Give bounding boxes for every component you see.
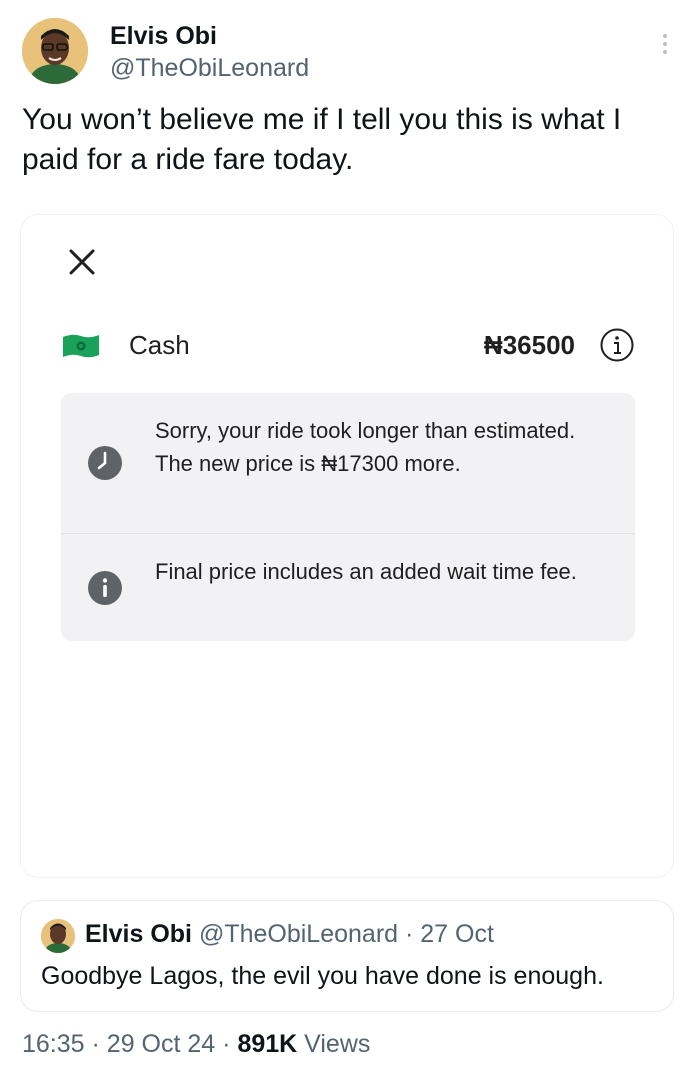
price-value: ₦36500	[483, 330, 575, 360]
tweet-media-screenshot[interactable]: Cash ₦36500 Sorry, your ride took longer…	[20, 214, 674, 878]
info-icon	[87, 570, 123, 606]
clock-icon	[87, 445, 123, 481]
tweet-header: Elvis Obi @TheObiLeonard	[22, 18, 672, 88]
info-icon	[599, 327, 635, 363]
author-avatar[interactable]	[22, 18, 88, 84]
author-name[interactable]: Elvis Obi	[110, 22, 217, 51]
quoted-meta: Elvis Obi @TheObiLeonard · 27 Oct	[85, 920, 494, 949]
separator-dot: ·	[222, 1030, 231, 1058]
close-icon	[67, 247, 97, 277]
quoted-author-name: Elvis Obi	[85, 920, 192, 948]
notice-text: Sorry, your ride took longer than estima…	[155, 418, 576, 476]
quoted-author-handle: @TheObiLeonard	[198, 920, 399, 948]
tweet-text: You won’t believe me if I tell you this …	[22, 103, 622, 176]
quoted-text: Goodbye Lagos, the evil you have done is…	[41, 962, 604, 990]
tweet-time[interactable]: 16:35	[22, 1030, 85, 1058]
notice-row: Final price includes an added wait time …	[61, 534, 635, 641]
notice-text: Final price includes an added wait time …	[155, 559, 577, 584]
notice-row: Sorry, your ride took longer than estima…	[61, 393, 635, 534]
payment-row: Cash ₦36500	[61, 327, 635, 367]
quoted-date: 27 Oct	[420, 920, 494, 948]
separator-dot: ·	[91, 1030, 100, 1058]
payment-method-label: Cash	[129, 330, 190, 360]
tweet-footer: 16:35 · 29 Oct 24 · 891K Views	[22, 1030, 370, 1059]
quoted-author-avatar	[41, 919, 75, 953]
notice-box: Sorry, your ride took longer than estima…	[61, 393, 635, 641]
separator-dot: ·	[405, 920, 414, 948]
cash-icon	[61, 333, 101, 359]
author-handle[interactable]: @TheObiLeonard	[110, 54, 309, 83]
views-count: 891K	[237, 1030, 298, 1058]
more-vertical-icon[interactable]	[660, 34, 670, 60]
quoted-tweet[interactable]: Elvis Obi @TheObiLeonard · 27 Oct Goodby…	[20, 900, 674, 1012]
views-label: Views	[304, 1030, 371, 1058]
tweet-date[interactable]: 29 Oct 24	[107, 1030, 215, 1058]
